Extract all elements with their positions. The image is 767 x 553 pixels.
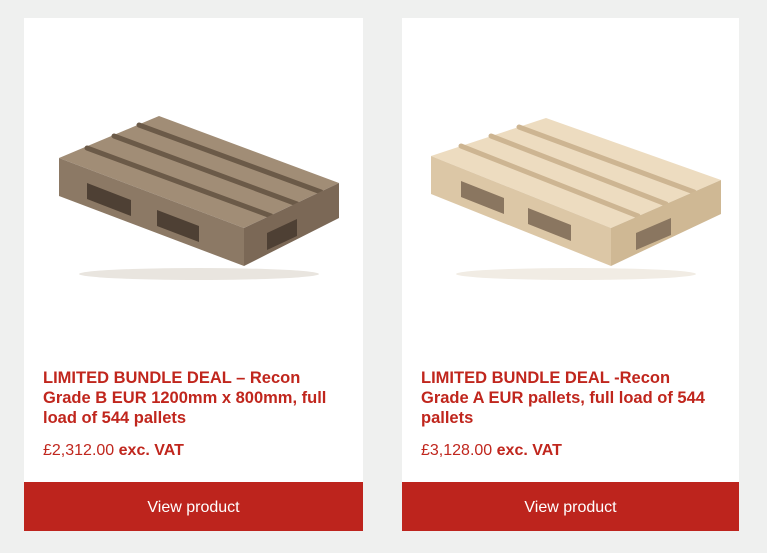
product-price: £3,128.00 exc. VAT	[421, 442, 562, 460]
product-title[interactable]: LIMITED BUNDLE DEAL -Recon Grade A EUR p…	[421, 368, 721, 428]
product-card[interactable]: LIMITED BUNDLE DEAL – Recon Grade B EUR …	[24, 18, 363, 531]
grade-a-pallet-icon	[430, 118, 721, 280]
view-product-button[interactable]: View product	[24, 482, 363, 531]
price-vat-label: exc. VAT	[118, 442, 184, 459]
product-price: £2,312.00 exc. VAT	[43, 442, 184, 460]
price-vat-label: exc. VAT	[496, 442, 562, 459]
view-product-button[interactable]: View product	[402, 482, 739, 531]
product-image[interactable]	[402, 18, 739, 358]
grade-b-pallet-icon	[58, 116, 339, 280]
product-image[interactable]	[24, 18, 363, 358]
product-title[interactable]: LIMITED BUNDLE DEAL – Recon Grade B EUR …	[43, 368, 345, 428]
price-amount: £2,312.00	[43, 442, 115, 459]
product-card[interactable]: LIMITED BUNDLE DEAL -Recon Grade A EUR p…	[402, 18, 739, 531]
price-amount: £3,128.00	[421, 442, 493, 459]
